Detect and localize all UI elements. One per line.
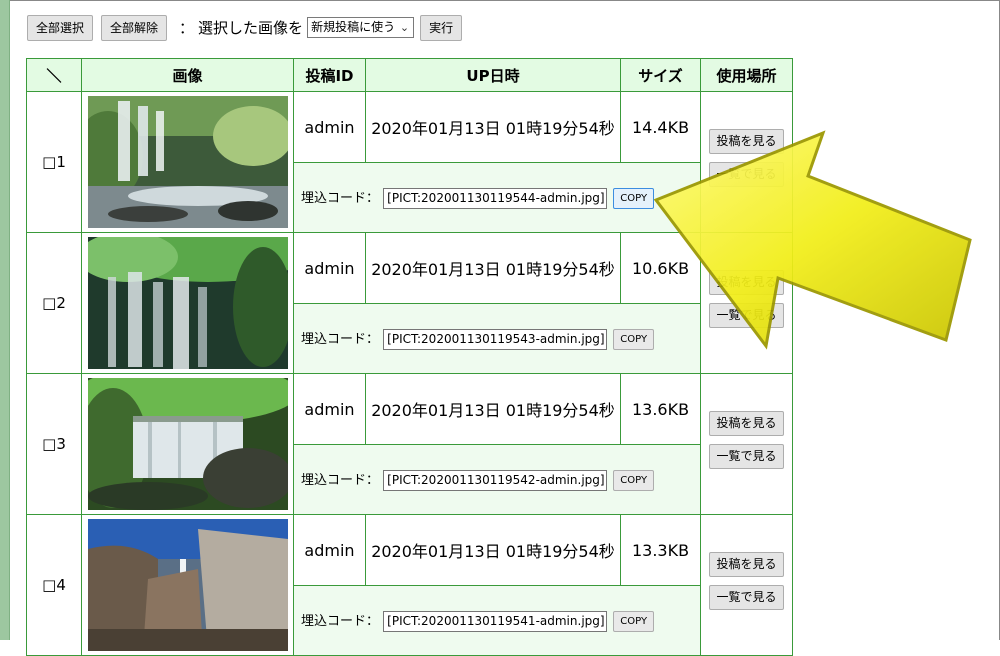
bulk-action-select[interactable]: 新規投稿に使う ⌄ [307,17,415,38]
upload-time-cell: 2020年01月13日 01時19分54秒 [365,514,621,586]
embed-code-field[interactable]: [PICT:202001130119541-admin.jpg] [383,610,608,632]
image-thumbnail-cell [81,373,294,515]
image-thumbnail-cell [81,232,294,374]
header-size: サイズ [620,58,701,92]
header-check: ＼ [26,58,82,92]
waterfall-thumbnail-1[interactable] [87,96,288,228]
select-all-button[interactable]: 全部選択 [27,14,94,41]
waterfall-thumbnail-2[interactable] [87,237,288,369]
waterfall-thumbnail-4[interactable] [87,519,288,651]
image-thumbnail-cell [81,91,294,233]
file-size-cell: 13.6KB [620,373,701,445]
embed-code-field[interactable]: [PICT:202001130119543-admin.jpg] [383,328,608,350]
post-id-cell: admin [293,373,366,445]
header-usage: 使用場所 [700,58,793,92]
usage-cell: 投稿を見る 一覧で見る [700,514,793,656]
post-id-cell: admin [293,232,366,304]
toolbar-colon: ： [179,19,195,37]
row-checkbox-number[interactable]: □2 [26,232,82,374]
bulk-action-toolbar: 全部選択 全部解除 ： 選択した画像を 新規投稿に使う ⌄ 実行 [27,14,470,41]
row-checkbox-number[interactable]: □1 [26,91,82,233]
copy-button[interactable]: COPY [613,469,655,491]
row-checkbox-number[interactable]: □3 [26,373,82,515]
execute-button[interactable]: 実行 [420,14,463,41]
upload-time-cell: 2020年01月13日 01時19分54秒 [365,232,621,304]
embed-code-label: 埋込コード： [301,472,380,488]
post-id-cell: admin [293,91,366,163]
bulk-action-select-value: 新規投稿に使う [311,20,396,34]
header-image: 画像 [81,58,294,92]
deselect-all-button[interactable]: 全部解除 [101,14,168,41]
header-post-id: 投稿ID [293,58,366,92]
yellow-arrow-icon [653,130,972,350]
view-list-button[interactable]: 一覧で見る [709,585,784,610]
embed-code-label: 埋込コード： [301,613,380,629]
header-up-time: UP日時 [365,58,621,92]
embed-code-label: 埋込コード： [301,331,380,347]
view-post-button[interactable]: 投稿を見る [709,411,784,436]
view-list-button[interactable]: 一覧で見る [709,444,784,469]
selected-images-label: 選択した画像を [198,19,304,37]
upload-time-cell: 2020年01月13日 01時19分54秒 [365,91,621,163]
embed-code-cell: 埋込コード： [PICT:202001130119544-admin.jpg] … [293,162,701,233]
chevron-down-icon: ⌄ [399,21,410,34]
embed-code-cell: 埋込コード： [PICT:202001130119541-admin.jpg] … [293,585,701,656]
embed-code-cell: 埋込コード： [PICT:202001130119542-admin.jpg] … [293,444,701,515]
embed-code-field[interactable]: [PICT:202001130119542-admin.jpg] [383,469,608,491]
usage-cell: 投稿を見る 一覧で見る [700,373,793,515]
table-row: □4 admin 2020年01月13日 01時19分54秒 13.3KB 投稿… [26,514,793,656]
left-sidebar-strip [0,0,10,640]
waterfall-thumbnail-3[interactable] [87,378,288,510]
embed-code-cell: 埋込コード： [PICT:202001130119543-admin.jpg] … [293,303,701,374]
window-top-border [0,0,1000,1]
upload-time-cell: 2020年01月13日 01時19分54秒 [365,373,621,445]
embed-code-field[interactable]: [PICT:202001130119544-admin.jpg] [383,187,608,209]
view-post-button[interactable]: 投稿を見る [709,552,784,577]
table-header-row: ＼ 画像 投稿ID UP日時 サイズ 使用場所 [26,58,793,92]
table-row: □3 admin 2020年01月13日 01時19分54秒 13.6KB 投稿… [26,373,793,515]
row-checkbox-number[interactable]: □4 [26,514,82,656]
post-id-cell: admin [293,514,366,586]
file-size-cell: 13.3KB [620,514,701,586]
copy-button[interactable]: COPY [613,610,655,632]
embed-code-label: 埋込コード： [301,190,380,206]
image-thumbnail-cell [81,514,294,656]
